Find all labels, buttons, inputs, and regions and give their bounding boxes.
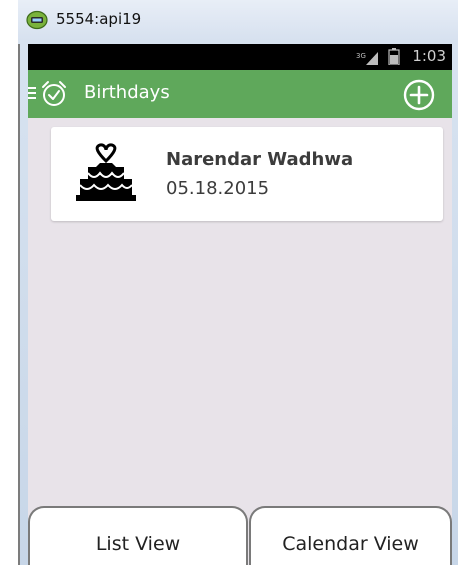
svg-text:3G: 3G xyxy=(356,52,366,60)
cake-icon xyxy=(76,143,136,201)
person-name: Narendar Wadhwa xyxy=(166,149,354,170)
device-screen: 3G 1:03 Birthdays Narendar Wadhwa 05.18.… xyxy=(28,44,452,565)
emulator-icon xyxy=(26,10,48,30)
alarm-clock-check-icon xyxy=(42,81,66,106)
tab-list-view[interactable]: List View xyxy=(28,506,248,565)
action-bar: Birthdays xyxy=(28,70,452,118)
tab-calendar-view[interactable]: Calendar View xyxy=(249,506,452,565)
birthday-list-item[interactable]: Narendar Wadhwa 05.18.2015 xyxy=(51,127,443,221)
battery-icon xyxy=(388,48,400,65)
menu-icon[interactable] xyxy=(28,86,36,100)
status-bar: 3G 1:03 xyxy=(28,44,452,70)
birthday-date: 05.18.2015 xyxy=(166,178,270,199)
add-circle-icon[interactable] xyxy=(403,79,435,111)
window-title: 5554:api19 xyxy=(56,10,142,28)
page-title: Birthdays xyxy=(84,82,170,103)
tab-calendar-view-label: Calendar View xyxy=(282,533,419,555)
signal-icon: 3G xyxy=(356,52,378,65)
window-border xyxy=(18,44,20,565)
tab-list-view-label: List View xyxy=(95,533,181,555)
status-time: 1:03 xyxy=(412,47,446,65)
